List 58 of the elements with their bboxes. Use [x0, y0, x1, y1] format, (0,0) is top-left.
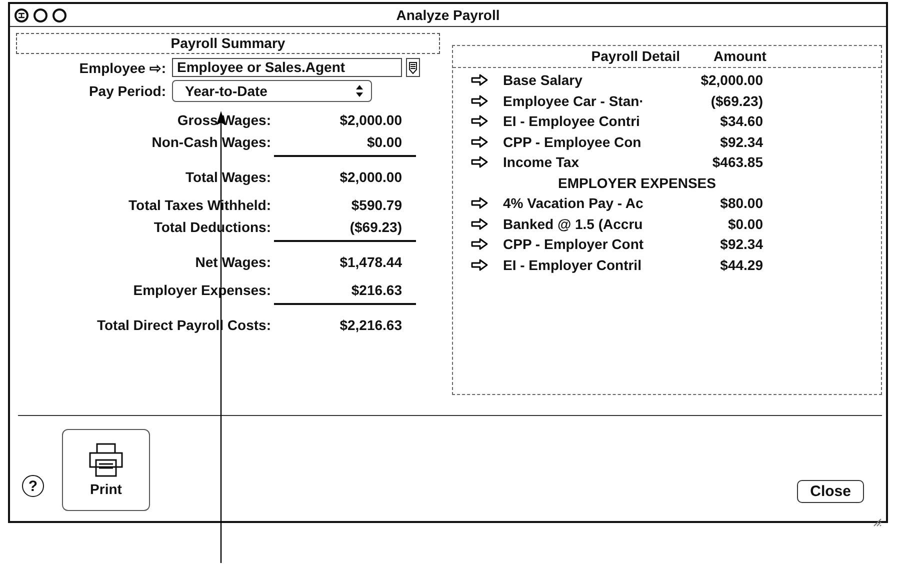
summary-value: $216.63 — [274, 282, 416, 305]
arrow-icon — [471, 197, 488, 210]
minimize-icon[interactable] — [33, 8, 48, 22]
stepper-icon — [356, 85, 363, 97]
summary-value: $1,478.44 — [338, 254, 403, 270]
close-button[interactable]: Close — [797, 480, 864, 503]
detail-name: Income Tax — [503, 154, 580, 170]
arrow-icon — [471, 74, 488, 86]
arrow-icon — [471, 238, 488, 250]
window-title: Analyze Payroll — [396, 7, 500, 23]
field-label: Pay Period: — [88, 83, 166, 99]
detail-amount: $463.85 — [711, 154, 763, 170]
detail-amount: $34.60 — [719, 113, 763, 130]
arrow-icon — [471, 218, 488, 230]
pay-period-dropdown[interactable]: Year-to-Date — [172, 80, 372, 102]
help-button[interactable]: ? — [22, 475, 44, 497]
detail-name: CPP - Employee Con — [503, 134, 642, 150]
detail-amount: $44.29 — [719, 256, 763, 273]
detail-amount: $92.34 — [719, 236, 763, 252]
arrow-icon — [471, 156, 488, 168]
summary-label: Non-Cash Wages: — [150, 134, 271, 152]
summary-value: $0.00 — [274, 134, 416, 157]
summary-value: $590.79 — [350, 197, 403, 213]
detail-name: 4% Vacation Pay - Ac — [503, 195, 644, 212]
detail-name: Base Salary — [503, 72, 584, 88]
summary-value: $2,000.00 — [338, 112, 403, 128]
detail-name: EI - Employee Contri — [503, 113, 641, 130]
lookup-button[interactable] — [406, 58, 420, 77]
detail-amount: $80.00 — [719, 195, 763, 212]
detail-amount: $0.00 — [726, 216, 763, 232]
column-header: Amount — [712, 47, 768, 66]
summary-header: Payroll Summary — [16, 33, 440, 54]
print-button[interactable]: Print — [62, 429, 150, 511]
printer-icon — [88, 443, 124, 477]
detail-amount: $2,000.00 — [700, 72, 763, 88]
close-window-icon[interactable] — [14, 8, 29, 22]
arrow-icon — [471, 258, 488, 271]
arrow-icon — [471, 94, 488, 107]
summary-value: ($69.23) — [274, 219, 416, 242]
detail-amount: $92.34 — [719, 134, 763, 150]
arrow-icon — [471, 115, 488, 128]
summary-value: $2,000.00 — [338, 169, 403, 185]
resize-grip-icon — [872, 517, 882, 527]
employee-field[interactable]: Employee or Sales.Agent — [172, 58, 402, 77]
arrow-icon — [471, 136, 488, 148]
detail-name: Employee Car - Stan· — [503, 92, 645, 109]
list-icon — [409, 62, 417, 74]
detail-name: CPP - Employer Cont — [503, 236, 645, 252]
summary-value: $2,216.63 — [338, 317, 403, 333]
column-header: Payroll Detail — [590, 47, 681, 66]
detail-name: Banked @ 1.5 (Accru — [503, 216, 644, 232]
summary-label: Net Wages: — [194, 254, 271, 270]
zoom-icon[interactable] — [52, 8, 67, 22]
summary-label: Total Wages: — [184, 169, 271, 185]
detail-name: EI - Employer Contril — [503, 256, 642, 273]
field-label: Employee ⇨: — [78, 60, 166, 76]
section-heading: EMPLOYER EXPENSES — [557, 174, 717, 192]
detail-amount: ($69.23) — [710, 92, 763, 109]
